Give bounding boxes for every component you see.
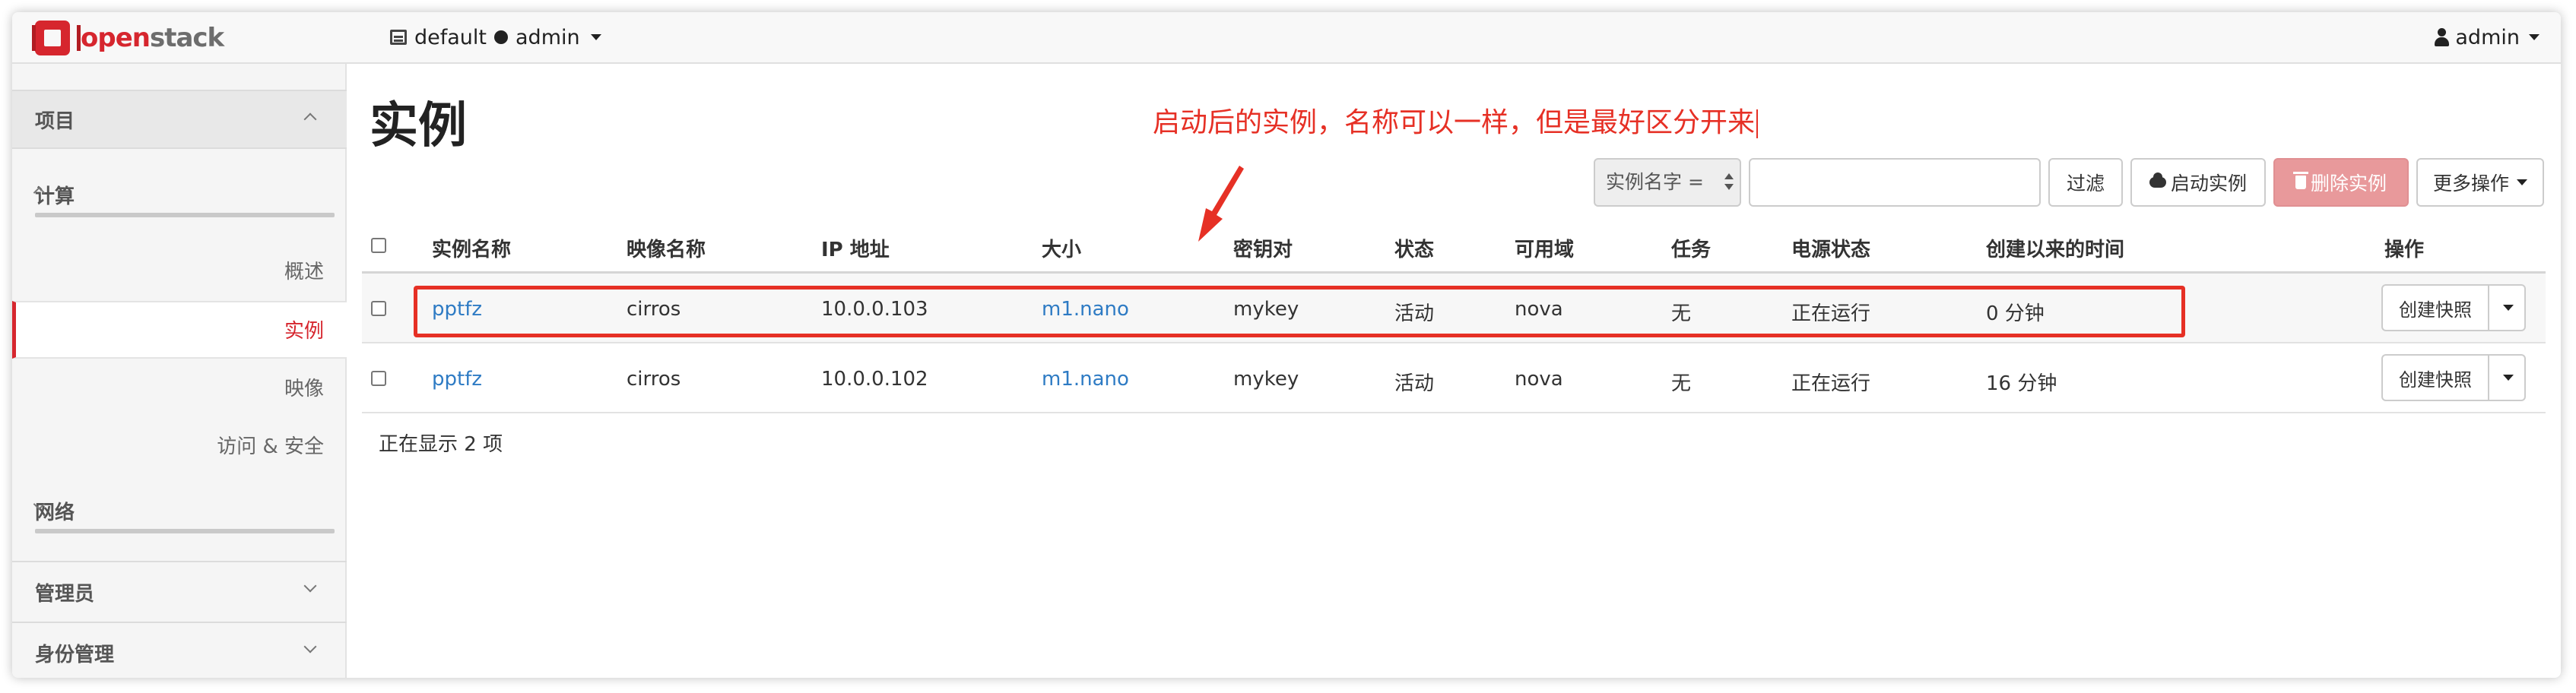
text-cursor xyxy=(1756,109,1759,138)
annotation-text: 启动后的实例，名称可以一样，但是最好区分开来 xyxy=(1153,100,1759,140)
sidebar-section-admin[interactable]: 管理员 xyxy=(12,562,347,622)
row-actions: 创建快照 xyxy=(2381,354,2526,401)
filter-field-value: 实例名字 = xyxy=(1606,171,1704,193)
column-header[interactable]: 电源状态 xyxy=(1791,234,1870,262)
column-header[interactable]: 大小 xyxy=(1042,234,1081,262)
status: 活动 xyxy=(1394,302,1435,325)
row-checkbox[interactable] xyxy=(371,301,386,316)
top-navbar: openstack default admin admin xyxy=(12,12,2561,64)
column-header[interactable]: 可用域 xyxy=(1515,234,1574,262)
power-state: 正在运行 xyxy=(1791,302,1871,325)
ip-address: 10.0.0.103 xyxy=(821,298,928,321)
sidebar-item-overview[interactable]: 概述 xyxy=(12,243,347,301)
user-menu[interactable]: admin xyxy=(2434,20,2540,55)
filter-input[interactable] xyxy=(1749,158,2041,207)
row-actions: 创建快照 xyxy=(2381,284,2526,331)
caret-down-icon xyxy=(590,34,601,40)
table-row: pptfz cirros 10.0.0.102 m1.nano mykey 活动… xyxy=(362,343,2546,413)
row-actions-dropdown[interactable] xyxy=(2489,284,2526,331)
delete-button-label: 删除实例 xyxy=(2310,172,2387,195)
column-header[interactable]: 创建以来的时间 xyxy=(1986,234,2124,262)
chevron-up-icon xyxy=(303,112,317,126)
dot-separator-icon xyxy=(494,30,509,44)
availability-zone: nova xyxy=(1515,298,1563,321)
sidebar-section-label: 管理员 xyxy=(35,582,95,606)
project-name: admin xyxy=(516,25,580,49)
item-count: 正在显示 2 项 xyxy=(379,433,503,456)
instance-name-link[interactable]: pptfz xyxy=(432,298,482,321)
group-underline xyxy=(35,529,335,533)
user-name: admin xyxy=(2455,25,2520,49)
task: 无 xyxy=(1671,302,1692,325)
caret-down-icon xyxy=(2503,305,2514,311)
filter-field-select[interactable]: 实例名字 = xyxy=(1594,158,1741,207)
caret-down-icon xyxy=(2529,34,2540,40)
filter-button[interactable]: 过滤 xyxy=(2048,158,2123,207)
page-title: 实例 xyxy=(370,98,467,154)
more-actions-label: 更多操作 xyxy=(2432,172,2509,195)
sidebar-group-compute[interactable]: 计算 xyxy=(33,172,335,217)
task: 无 xyxy=(1671,372,1692,395)
sidebar-section-label: 身份管理 xyxy=(35,643,115,666)
launch-button-label: 启动实例 xyxy=(2170,172,2247,195)
sidebar: 项目 计算 概述 实例 映像 访问 & 安全 网络 管理员 身份管理 xyxy=(12,64,347,678)
flavor-link[interactable]: m1.nano xyxy=(1042,298,1129,321)
row-actions-dropdown[interactable] xyxy=(2489,354,2526,401)
caret-down-icon xyxy=(2503,375,2514,381)
flavor-link[interactable]: m1.nano xyxy=(1042,368,1129,391)
image-name: cirros xyxy=(627,368,681,391)
status: 活动 xyxy=(1394,372,1435,395)
select-all-checkbox[interactable] xyxy=(371,238,386,253)
column-header[interactable]: 任务 xyxy=(1671,234,1711,262)
sidebar-section-identity[interactable]: 身份管理 xyxy=(12,623,347,678)
column-header: 操作 xyxy=(2384,239,2425,261)
launch-instance-button[interactable]: 启动实例 xyxy=(2130,158,2266,207)
delete-instance-button[interactable]: 删除实例 xyxy=(2273,158,2409,207)
create-snapshot-button[interactable]: 创建快照 xyxy=(2381,354,2489,401)
column-header[interactable]: 密钥对 xyxy=(1233,234,1293,262)
group-underline xyxy=(35,213,335,217)
row-checkbox[interactable] xyxy=(371,371,386,386)
column-header[interactable]: IP 地址 xyxy=(821,234,890,262)
column-header[interactable]: 状态 xyxy=(1394,234,1434,262)
instance-name-link[interactable]: pptfz xyxy=(432,368,482,391)
power-state: 正在运行 xyxy=(1791,372,1871,395)
table-row: pptfz cirros 10.0.0.103 m1.nano mykey 活动… xyxy=(362,274,2546,343)
app-window: openstack default admin admin 项目 计算 概述 实… xyxy=(12,12,2561,678)
project-selector[interactable]: default admin xyxy=(390,20,601,55)
sidebar-group-network[interactable]: 网络 xyxy=(33,488,335,533)
domain-name: default xyxy=(414,25,487,49)
openstack-logo-icon xyxy=(32,21,81,55)
list-icon xyxy=(390,30,407,45)
sidebar-item-images[interactable]: 映像 xyxy=(12,360,347,418)
trash-icon xyxy=(2292,172,2308,189)
chevron-down-icon xyxy=(303,579,317,593)
caret-down-icon xyxy=(2517,179,2527,185)
sidebar-section-project[interactable]: 项目 xyxy=(12,90,347,149)
cloud-upload-icon xyxy=(2149,172,2166,188)
more-actions-button[interactable]: 更多操作 xyxy=(2416,158,2544,207)
create-snapshot-button[interactable]: 创建快照 xyxy=(2381,284,2489,331)
user-icon xyxy=(2434,28,2450,46)
openstack-logo[interactable]: openstack xyxy=(32,15,224,61)
column-header[interactable]: 实例名称 xyxy=(432,234,511,262)
main-content: 实例 启动后的实例，名称可以一样，但是最好区分开来 实例名字 = 过滤 启动实例… xyxy=(347,64,2561,678)
age: 16 分钟 xyxy=(1986,372,2057,395)
chevron-down-icon xyxy=(303,640,317,653)
sidebar-item-instances[interactable]: 实例 xyxy=(12,301,347,359)
brand-name: openstack xyxy=(81,23,224,53)
filter-button-label: 过滤 xyxy=(2066,172,2105,195)
table-header: 实例名称 映像名称 IP 地址 大小 密钥对 状态 可用域 任务 电源状态 创建… xyxy=(362,216,2546,274)
availability-zone: nova xyxy=(1515,368,1563,391)
keypair: mykey xyxy=(1233,298,1299,321)
ip-address: 10.0.0.102 xyxy=(821,368,928,391)
sidebar-section-label: 项目 xyxy=(35,109,75,133)
sidebar-item-access-security[interactable]: 访问 & 安全 xyxy=(12,418,347,476)
select-arrows-icon xyxy=(1724,173,1734,191)
image-name: cirros xyxy=(627,298,681,321)
column-header[interactable]: 映像名称 xyxy=(627,234,706,262)
age: 0 分钟 xyxy=(1986,302,2045,325)
keypair: mykey xyxy=(1233,368,1299,391)
